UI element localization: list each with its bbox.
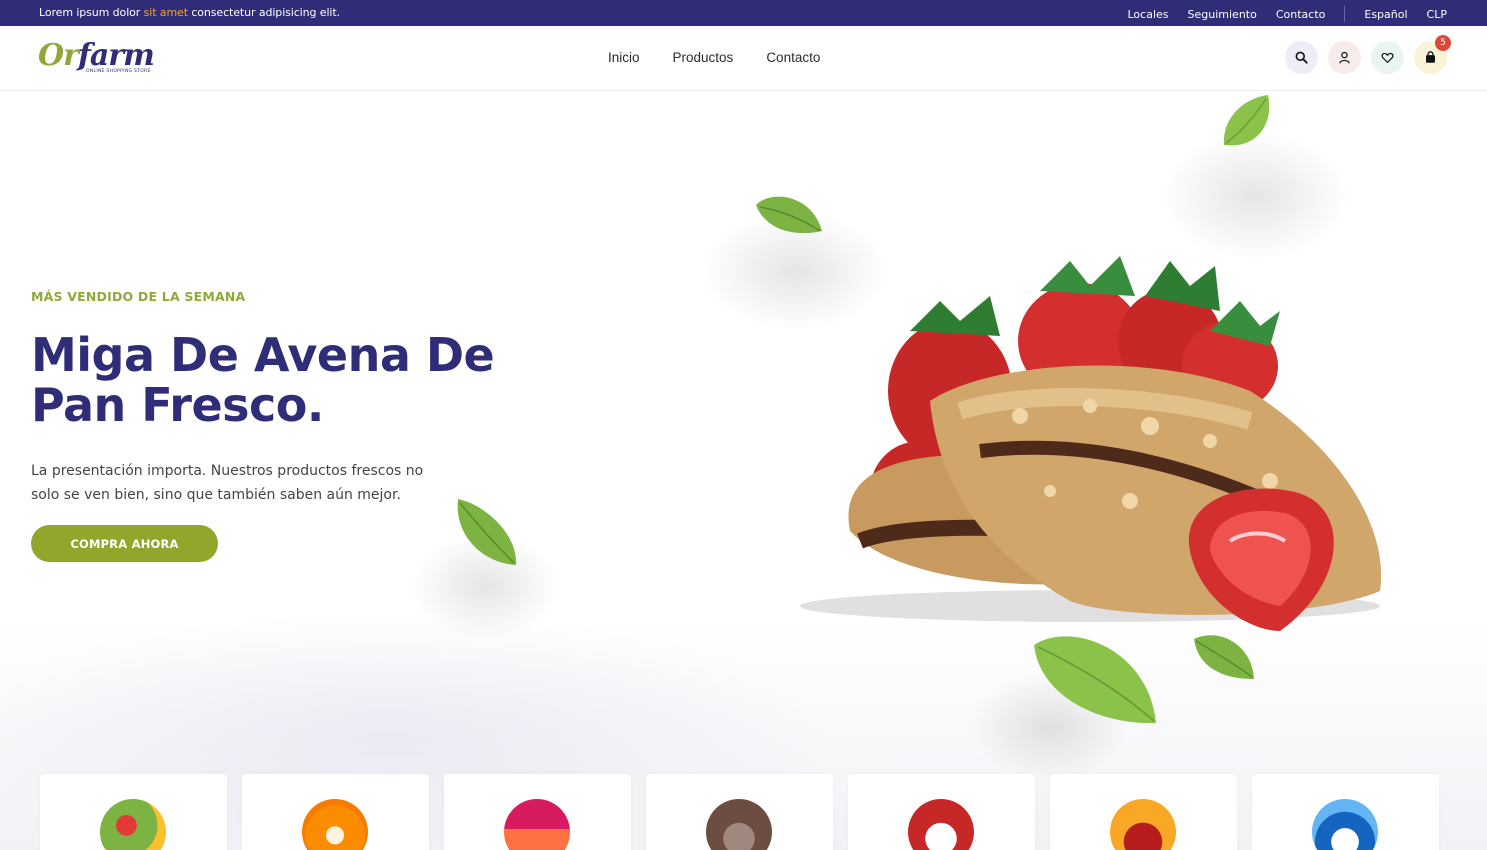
oranges-icon: [302, 799, 368, 850]
top-bar: Lorem ipsum dolor sit amet consectetur a…: [0, 0, 1487, 26]
category-card-meat[interactable]: [1050, 774, 1237, 850]
top-link-seguimiento[interactable]: Seguimiento: [1188, 8, 1257, 21]
mint-leaf-icon: [1223, 95, 1270, 146]
mint-leaf-icon: [756, 196, 822, 234]
logo-text-or: Or: [38, 38, 79, 73]
buy-now-button[interactable]: COMPRA AHORA: [31, 525, 218, 562]
cart-button[interactable]: 5: [1414, 35, 1451, 74]
category-cards: [40, 774, 1454, 850]
top-links-divider: [1344, 6, 1346, 22]
mint-leaf-icon: [1034, 636, 1156, 724]
main-nav: Inicio Productos Contacto: [608, 50, 853, 65]
top-link-contacto[interactable]: Contacto: [1276, 8, 1326, 21]
milk-icon: [1312, 799, 1378, 850]
search-button[interactable]: [1285, 41, 1318, 74]
search-icon: [1295, 51, 1308, 64]
hero-banner: MÁS VENDIDO DE LA SEMANA Miga De Avena D…: [0, 91, 1487, 850]
site-header: Orfarm ONLINE SHOPPING STORE Inicio Prod…: [0, 26, 1487, 91]
header-actions: 5: [1275, 35, 1451, 74]
site-logo[interactable]: Orfarm ONLINE SHOPPING STORE: [38, 38, 155, 80]
promo-text-end: consectetur adipisicing elit.: [187, 6, 340, 19]
category-card-bread[interactable]: [646, 774, 833, 850]
shopping-bag-icon: [1426, 51, 1435, 63]
nav-productos[interactable]: Productos: [673, 50, 734, 65]
nav-contacto[interactable]: Contacto: [766, 50, 820, 65]
logo-text-farm: farm: [77, 38, 155, 73]
category-card-oranges[interactable]: [242, 774, 429, 850]
vegetables-icon: [100, 799, 166, 850]
cart-count-badge: 5: [1435, 35, 1451, 51]
logo-tagline: ONLINE SHOPPING STORE: [86, 69, 151, 74]
nav-inicio[interactable]: Inicio: [608, 50, 640, 65]
logo-wordmark: Orfarm: [38, 38, 155, 73]
category-card-juice[interactable]: [444, 774, 631, 850]
heart-icon: [1381, 52, 1394, 63]
promo-text-start: Lorem ipsum dolor: [39, 6, 144, 19]
top-link-locales[interactable]: Locales: [1128, 8, 1169, 21]
wishlist-button[interactable]: [1371, 41, 1404, 74]
meat-icon: [1110, 799, 1176, 850]
currency-selector[interactable]: CLP: [1427, 8, 1447, 21]
promo-text: Lorem ipsum dolor sit amet consectetur a…: [39, 6, 340, 19]
category-card-vegetables[interactable]: [40, 774, 227, 850]
category-card-milk[interactable]: [1252, 774, 1439, 850]
account-button[interactable]: [1328, 41, 1361, 74]
hero-description: La presentación importa. Nuestros produc…: [31, 463, 424, 503]
top-links: Locales Seguimiento Contacto Español CLP: [1109, 6, 1447, 22]
juice-icon: [504, 799, 570, 850]
bread-icon: [706, 799, 772, 850]
hero-kicker: MÁS VENDIDO DE LA SEMANA: [31, 289, 246, 304]
category-card-packaged[interactable]: [848, 774, 1035, 850]
hero-title: Miga De Avena De Pan Fresco.: [31, 328, 495, 432]
hero-food-image: [800, 256, 1382, 631]
basil-leaf-icon: [457, 499, 517, 565]
language-selector[interactable]: Español: [1364, 8, 1407, 21]
packaged-food-icon: [908, 799, 974, 850]
user-icon: [1339, 51, 1350, 64]
promo-highlight: sit amet: [143, 6, 188, 19]
